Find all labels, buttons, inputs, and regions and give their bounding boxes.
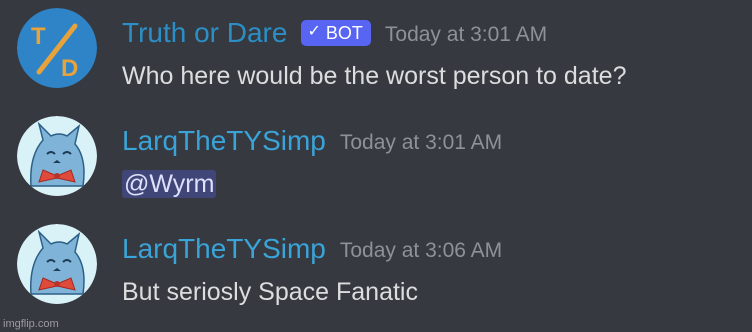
username[interactable]: Truth or Dare (122, 12, 287, 54)
username[interactable]: LarqTheTYSimp (122, 228, 326, 270)
timestamp: Today at 3:01 AM (384, 23, 548, 46)
chat-log: T D Truth or Dare ✓ BOT Today at 3:01 AM… (0, 0, 752, 332)
truth-or-dare-logo-icon: T D (17, 8, 97, 88)
svg-text:D: D (61, 55, 78, 82)
message-header: LarqTheTYSimp Today at 3:06 AM (122, 228, 502, 270)
message-content: @Wyrm (122, 166, 217, 202)
message-content: Who here would be the worst person to da… (122, 62, 627, 90)
message-item: LarqTheTYSimp Today at 3:06 AM But serio… (0, 220, 752, 320)
bot-tag: ✓ BOT (301, 20, 371, 46)
timestamp: Today at 3:01 AM (339, 131, 503, 154)
svg-text:T: T (31, 23, 46, 50)
user-avatar[interactable] (17, 224, 97, 304)
message-item: LarqTheTYSimp Today at 3:01 AM @Wyrm (0, 112, 752, 212)
timestamp: Today at 3:06 AM (339, 239, 503, 262)
furry-character-avatar-icon (17, 116, 97, 196)
message-header: Truth or Dare ✓ BOT Today at 3:01 AM (122, 12, 547, 54)
imgflip-watermark: imgflip.com (3, 318, 59, 330)
furry-character-avatar-icon (17, 224, 97, 304)
user-avatar[interactable] (17, 116, 97, 196)
message-content: But seriosly Space Fanatic (122, 278, 418, 306)
truth-or-dare-avatar[interactable]: T D (17, 8, 97, 88)
message-item: T D Truth or Dare ✓ BOT Today at 3:01 AM… (0, 4, 752, 104)
verified-check-icon: ✓ (307, 23, 321, 40)
username[interactable]: LarqTheTYSimp (122, 120, 326, 162)
user-mention[interactable]: @Wyrm (122, 170, 217, 198)
message-header: LarqTheTYSimp Today at 3:01 AM (122, 120, 502, 162)
bot-tag-label: BOT (325, 23, 363, 43)
